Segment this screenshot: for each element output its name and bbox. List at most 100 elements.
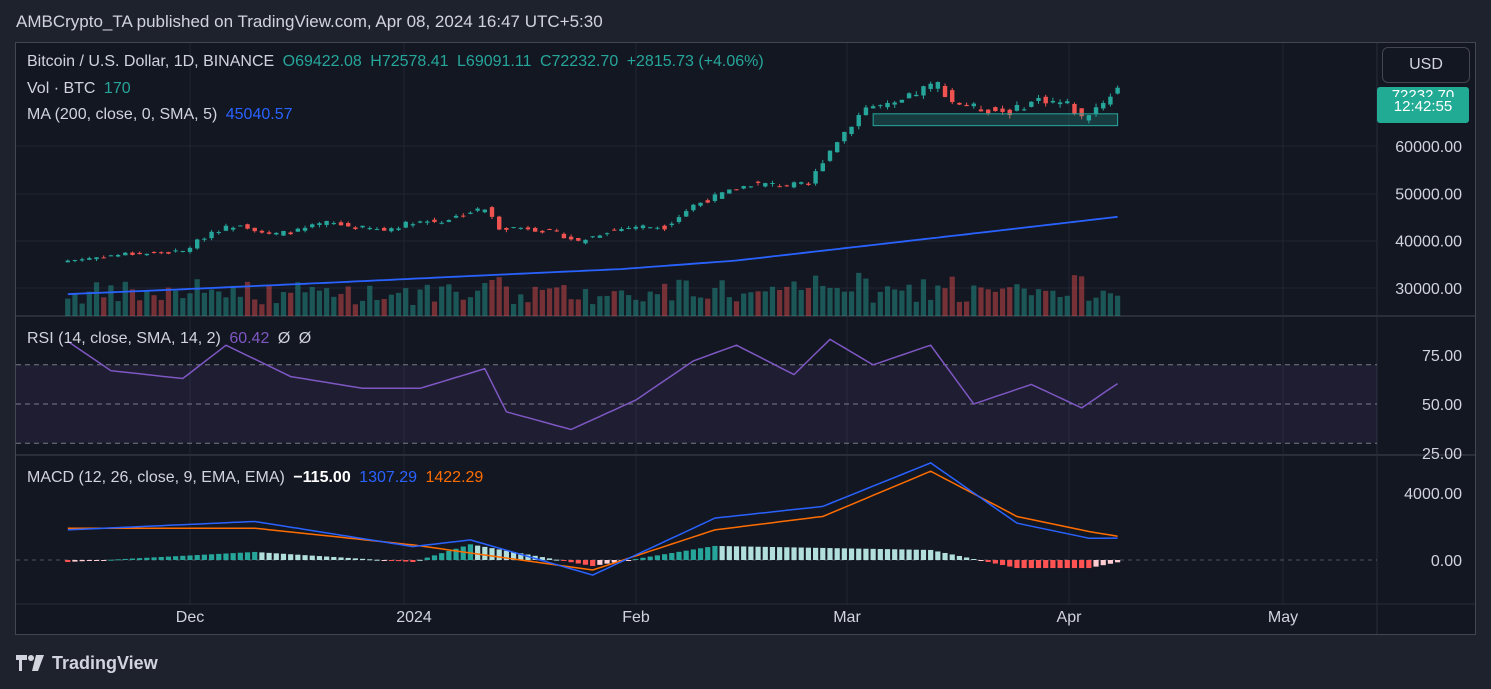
candle-body (554, 230, 559, 232)
candle-body (784, 185, 790, 187)
macd-histogram-bar (1100, 560, 1106, 566)
volume-bar (654, 294, 661, 316)
macd-histogram-bar (1107, 560, 1114, 564)
macd-histogram-bar (252, 551, 258, 560)
volume-bar (395, 292, 402, 316)
time-tick-label: Dec (176, 609, 204, 626)
candle-body (72, 259, 78, 261)
time-tick-label: Feb (622, 609, 650, 626)
volume-bar (892, 289, 898, 316)
volume-bar (1021, 288, 1027, 316)
volume-bar (719, 280, 725, 316)
macd-histogram-bar (1050, 560, 1056, 569)
macd-histogram-bar (841, 548, 847, 560)
macd-histogram-bar (72, 560, 78, 562)
symbol-label[interactable]: Bitcoin / U.S. Dollar, 1D, BINANCE (27, 53, 274, 70)
candle-body (238, 225, 243, 227)
last-price-tag: 72232.70 12:42:55 (1377, 87, 1469, 123)
candle-body (1072, 103, 1077, 114)
macd-histogram-bar (892, 549, 898, 560)
candle-body (683, 211, 689, 217)
macd-histogram-bar (395, 560, 402, 562)
candle-body (266, 232, 272, 234)
macd-histogram-bar (920, 549, 927, 560)
candle-body (633, 226, 639, 229)
candle-body (396, 228, 401, 230)
candle-body (79, 259, 85, 261)
volume-bar (101, 297, 107, 316)
volume-bar (992, 291, 998, 316)
macd-histogram-bar (208, 554, 215, 560)
candle-body (230, 227, 236, 230)
macd-histogram-bar (216, 553, 222, 560)
volume-label[interactable]: Vol · BTC (27, 80, 95, 97)
macd-histogram-bar (956, 555, 963, 560)
volume-bar (985, 289, 991, 316)
macd-histogram-bar (1079, 560, 1085, 569)
volume-bar (381, 299, 387, 316)
volume-value: 170 (103, 80, 131, 97)
candle-body (187, 247, 193, 252)
macd-histogram-bar (820, 547, 826, 560)
macd-histogram-bar (834, 548, 840, 560)
volume-bar (561, 284, 567, 316)
ma-label[interactable]: MA (200, close, 0, SMA, 5) (27, 106, 217, 123)
candle-body (568, 236, 574, 240)
candle-body (115, 254, 121, 257)
volume-bar (137, 300, 143, 316)
macd-histogram-bar (913, 549, 919, 560)
macd-histogram-bar (762, 546, 768, 560)
candle-body (820, 163, 825, 172)
candle-body (1093, 107, 1099, 114)
volume-bar (482, 282, 488, 316)
currency-button[interactable]: USD (1382, 47, 1470, 83)
macd-histogram-bar (165, 556, 172, 560)
volume-bar (827, 287, 833, 316)
macd-histogram-bar (1043, 560, 1049, 569)
candle-body (799, 182, 804, 184)
candle-body (252, 227, 257, 232)
volume-bar (733, 301, 740, 316)
candle-body (180, 250, 186, 252)
volume-bar (359, 300, 366, 316)
macd-histogram-bar (827, 548, 833, 560)
volume-bar (726, 297, 732, 316)
volume-bar (841, 291, 847, 316)
volume-bar (676, 279, 682, 316)
brand-label: TradingView (52, 652, 158, 673)
macd-histogram-bar (1007, 560, 1013, 567)
candle-body (173, 250, 178, 252)
volume-bar (777, 289, 783, 316)
candle-body (791, 182, 797, 188)
macd-histogram-bar (877, 549, 883, 560)
macd-label[interactable]: MACD (12, 26, close, 9, EMA, EMA) (27, 469, 285, 486)
macd-histogram-bar (388, 560, 394, 561)
macd-histogram-bar (259, 552, 265, 560)
macd-histogram-bar (65, 560, 71, 563)
candle-body (547, 229, 552, 231)
candle-body (1043, 96, 1048, 104)
time-tick-label: Mar (833, 609, 861, 626)
support-range-box (872, 113, 1119, 127)
volume-bar (252, 299, 258, 316)
candle-body (525, 227, 531, 230)
candle-body (834, 142, 840, 153)
macd-histogram-bar (115, 559, 121, 561)
volume-bar (618, 290, 625, 316)
tradingview-logo[interactable]: TradingView (16, 652, 158, 674)
volume-bar (1064, 295, 1070, 316)
volume-bar (1007, 287, 1013, 316)
candle-body (885, 102, 890, 108)
time-tick-label: May (1268, 609, 1298, 626)
rsi-label[interactable]: RSI (14, close, SMA, 14, 2) (27, 330, 221, 347)
macd-histogram-bar (417, 559, 423, 561)
candle-body (497, 216, 502, 230)
macd-histogram-bar (144, 557, 150, 560)
volume-bar (475, 290, 481, 316)
candle-body (914, 94, 919, 97)
candle-body (662, 225, 667, 230)
candle-body (417, 221, 423, 223)
macd-histogram-bar (705, 547, 711, 560)
candle-body (274, 232, 279, 235)
volume-bar (1028, 295, 1034, 316)
